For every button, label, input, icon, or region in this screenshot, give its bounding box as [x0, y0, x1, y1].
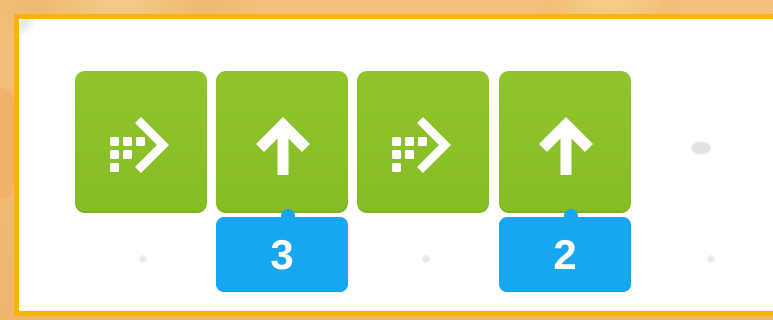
code-panel: 3 2	[14, 14, 773, 316]
connector-dot	[139, 255, 147, 263]
connector-dot	[707, 255, 715, 263]
turn-right-icon	[382, 103, 466, 187]
corner-shade	[19, 19, 35, 35]
turn-right-icon	[100, 103, 184, 187]
up-arrow-icon	[524, 103, 608, 187]
background-decoration	[0, 88, 14, 198]
repeat-count-badge[interactable]: 2	[499, 217, 631, 292]
move-forward-block[interactable]	[499, 71, 631, 213]
turn-right-block[interactable]	[357, 71, 489, 213]
code-panel-inner: 3 2	[19, 19, 773, 311]
repeat-count-badge[interactable]: 3	[216, 217, 348, 292]
turn-right-block[interactable]	[75, 71, 207, 213]
up-arrow-icon	[241, 103, 325, 187]
connector-dot	[422, 255, 430, 263]
move-forward-block[interactable]	[216, 71, 348, 213]
empty-slot-indicator	[691, 141, 711, 155]
programming-scene: 3 2	[0, 0, 773, 320]
